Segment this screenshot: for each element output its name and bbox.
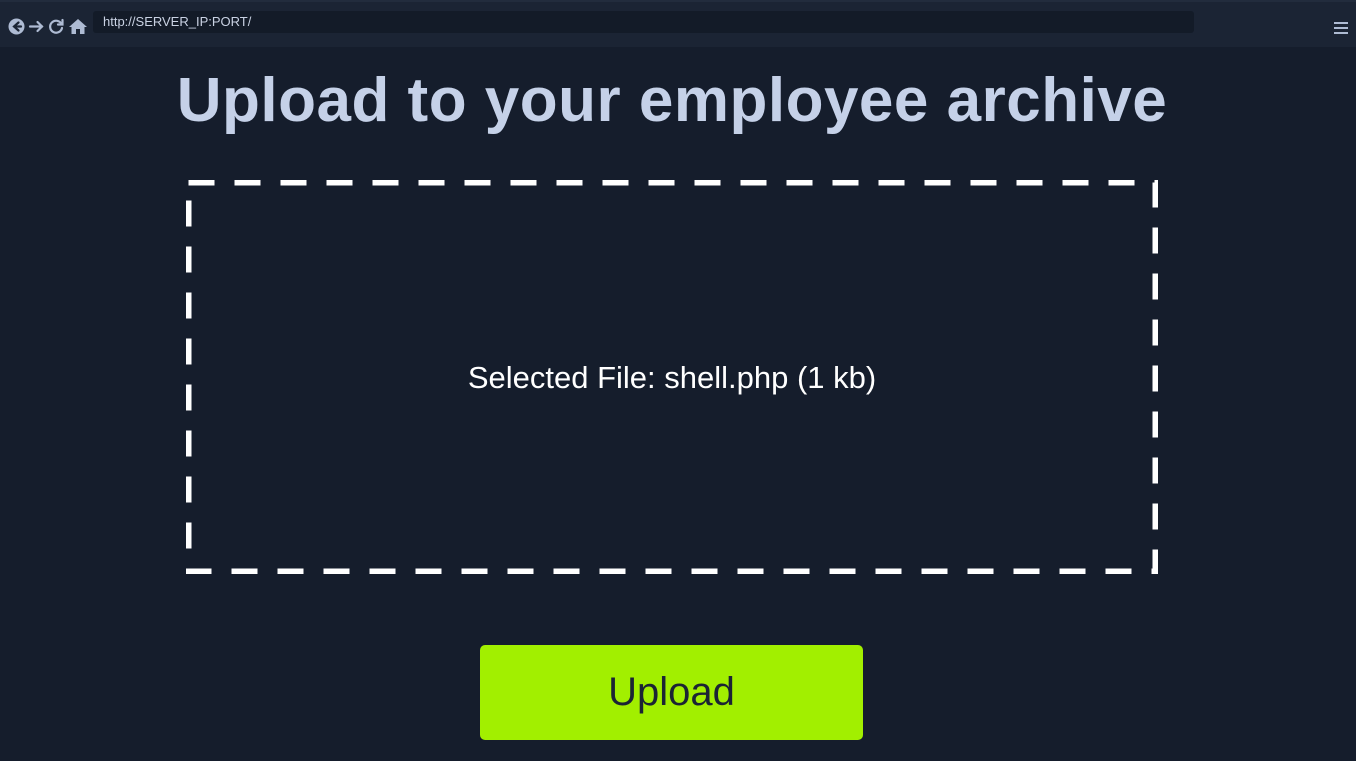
menu-icon[interactable] [1334, 21, 1348, 35]
url-bar[interactable]: http://SERVER_IP:PORT/ [93, 11, 1194, 33]
back-icon[interactable] [8, 18, 25, 35]
reload-icon[interactable] [48, 18, 65, 35]
browser-toolbar: http://SERVER_IP:PORT/ [0, 0, 1356, 47]
file-drop-zone[interactable]: Selected File: shell.php (1 kb) [186, 180, 1158, 574]
nav-controls [8, 18, 88, 35]
selected-file-label: Selected File: shell.php (1 kb) [467, 360, 877, 395]
home-icon[interactable] [68, 18, 88, 35]
forward-icon[interactable] [28, 18, 45, 35]
page-title: Upload to your employee archive [176, 66, 1168, 135]
upload-button[interactable]: Upload [480, 645, 863, 740]
